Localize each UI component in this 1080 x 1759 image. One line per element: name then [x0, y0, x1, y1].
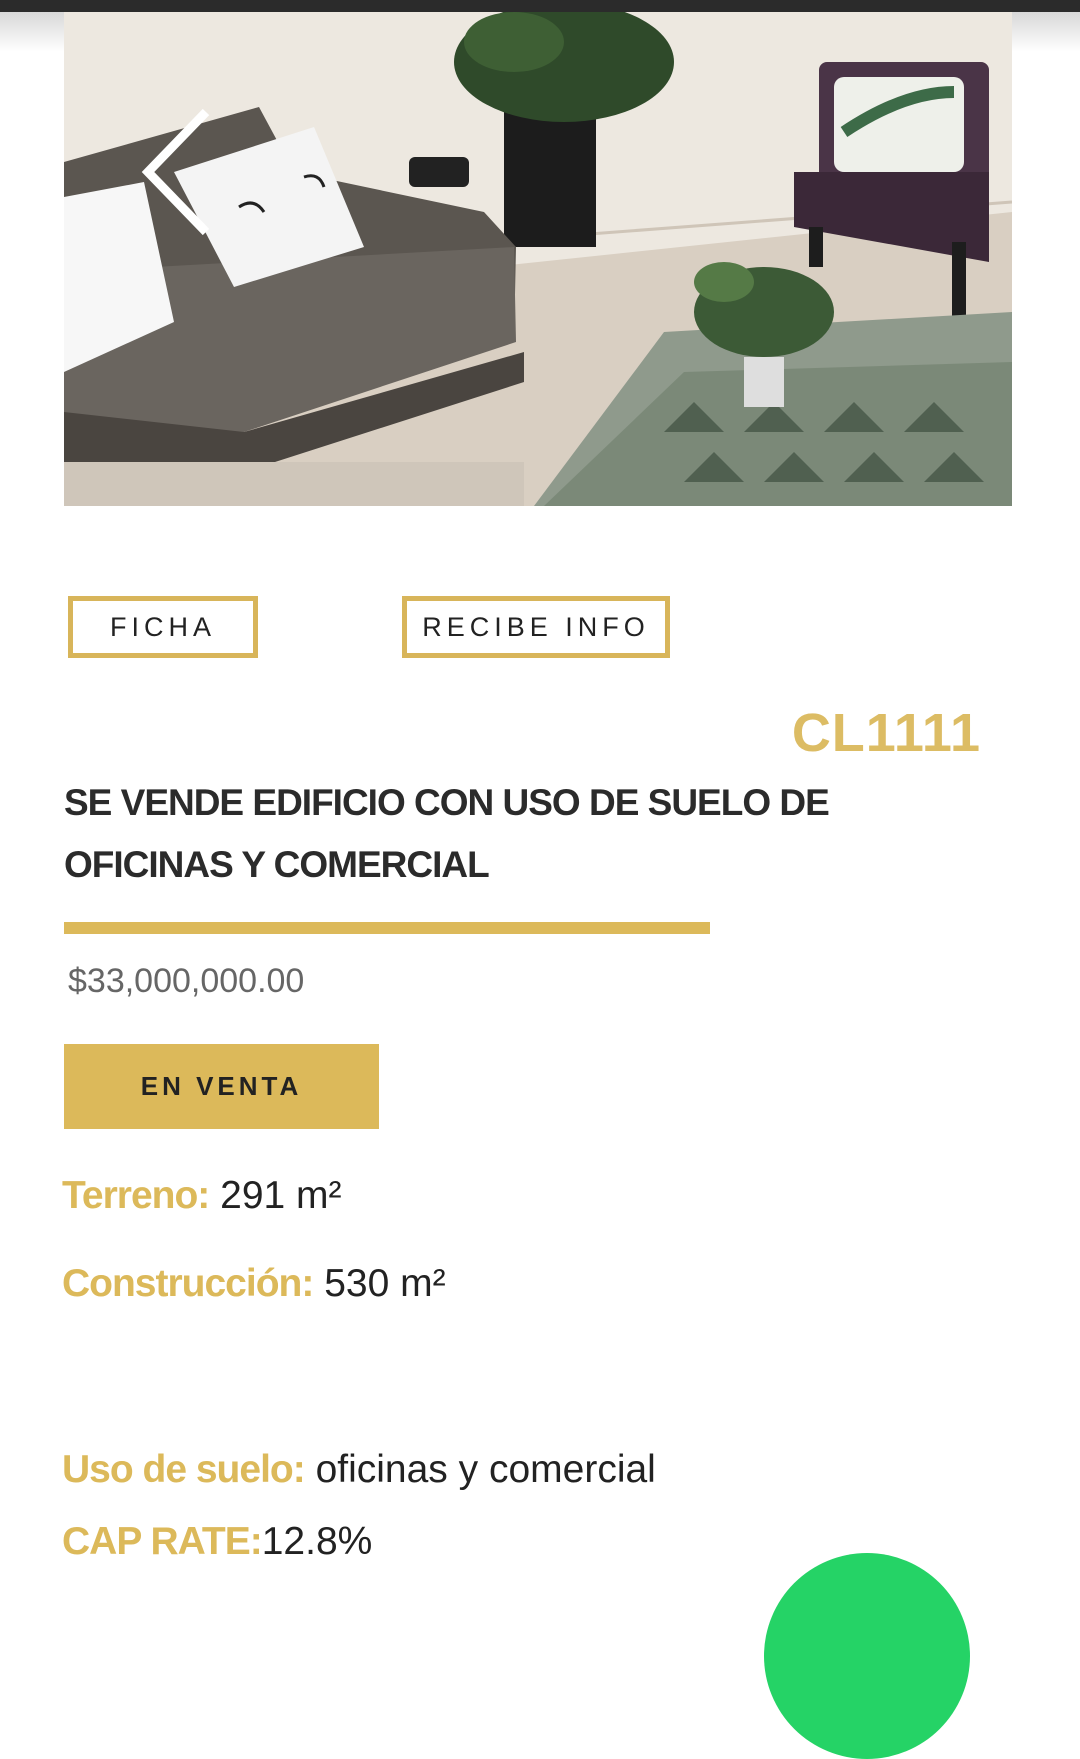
- spec-value: oficinas y comercial: [315, 1448, 656, 1491]
- spec-label: Uso de suelo:: [62, 1448, 306, 1491]
- spec-value: 291 m²: [220, 1174, 342, 1217]
- divider: [64, 922, 710, 934]
- status-bar: [0, 0, 1080, 12]
- spec-cap-rate: CAP RATE:12.8%: [62, 1520, 372, 1564]
- spec-label: Construcción:: [62, 1262, 314, 1305]
- property-price: $33,000,000.00: [68, 962, 305, 1000]
- chevron-left-icon: [141, 108, 210, 236]
- spec-uso-de-suelo: Uso de suelo: oficinas y comercial: [62, 1448, 656, 1492]
- property-photo[interactable]: [64, 12, 1012, 506]
- spec-construccion: Construcción: 530 m²: [62, 1262, 446, 1306]
- spec-label: Terreno:: [62, 1174, 210, 1217]
- property-title: SE VENDE EDIFICIO CON USO DE SUELO DE OF…: [64, 782, 830, 885]
- spec-value: 12.8%: [261, 1520, 373, 1563]
- spec-value: 530 m²: [324, 1262, 446, 1305]
- property-code: CL1111: [791, 703, 981, 763]
- recibe-info-button[interactable]: RECIBE INFO: [402, 596, 670, 658]
- spec-terreno: Terreno: 291 m²: [62, 1174, 342, 1218]
- status-button[interactable]: EN VENTA: [64, 1044, 379, 1129]
- spec-label: CAP RATE:: [62, 1520, 263, 1563]
- gallery-prev-button[interactable]: [140, 108, 220, 238]
- ficha-button[interactable]: FICHA: [68, 596, 258, 658]
- whatsapp-icon[interactable]: [764, 1553, 970, 1759]
